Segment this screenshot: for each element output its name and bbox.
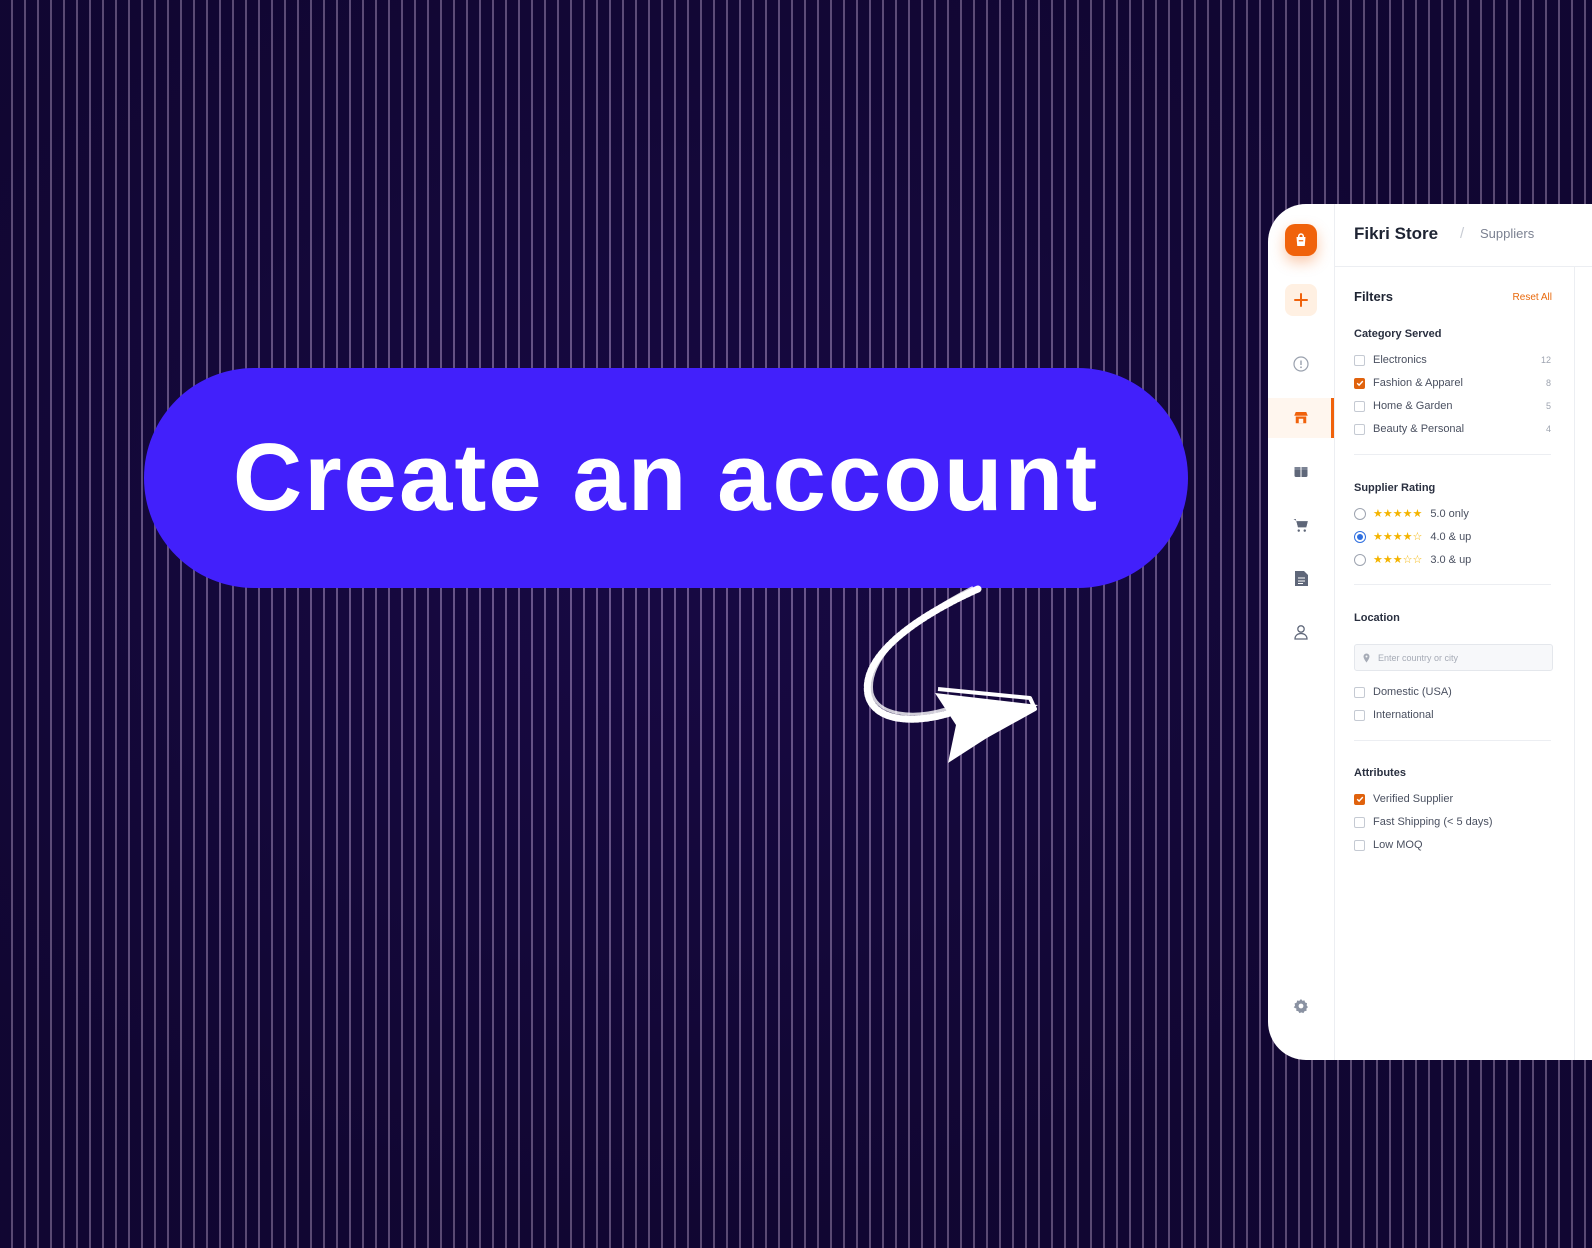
document-icon[interactable] <box>1285 562 1317 594</box>
location-input[interactable] <box>1376 651 1550 664</box>
radio[interactable] <box>1354 508 1366 520</box>
rating-label: 3.0 & up <box>1430 554 1472 566</box>
location-section-title: Location <box>1354 612 1400 624</box>
shopping-bag-icon[interactable] <box>1285 224 1317 256</box>
settings-icon[interactable] <box>1285 990 1317 1022</box>
alert-circle-icon[interactable] <box>1285 348 1317 380</box>
category-count: 5 <box>1545 401 1551 411</box>
icon-sidebar <box>1268 204 1335 1060</box>
rating-option[interactable]: ★★★★☆ 4.0 & up <box>1354 529 1551 545</box>
category-count: 4 <box>1545 424 1551 434</box>
checkbox-checked[interactable] <box>1354 377 1365 389</box>
filters-panel: Filters Reset All Category Served Electr… <box>1334 266 1572 1060</box>
section-divider <box>1354 584 1551 585</box>
category-label: Electronics <box>1373 354 1427 366</box>
create-account-label: Create an account <box>232 424 1100 531</box>
check-icon <box>1356 380 1363 387</box>
attributes-section-title: Attributes <box>1354 767 1406 779</box>
category-option[interactable]: Home & Garden 5 <box>1354 398 1551 414</box>
star-rating-icon: ★★★☆☆ <box>1373 553 1423 566</box>
category-option[interactable]: Fashion & Apparel 8 <box>1354 375 1551 391</box>
rating-label: 4.0 & up <box>1430 531 1472 543</box>
rating-label: 5.0 only <box>1430 508 1469 520</box>
create-account-button[interactable]: Create an account <box>144 368 1188 588</box>
attribute-option[interactable]: Verified Supplier <box>1354 791 1551 807</box>
reset-all-button[interactable]: Reset All <box>1513 292 1552 303</box>
panel-divider <box>1574 266 1575 1060</box>
attribute-label: Verified Supplier <box>1373 793 1454 805</box>
attribute-label: Low MOQ <box>1373 839 1423 851</box>
cart-icon[interactable] <box>1285 509 1317 541</box>
package-icon[interactable] <box>1285 455 1317 487</box>
top-bar: Fikri Store / Suppliers <box>1334 204 1592 267</box>
attribute-label: Fast Shipping (< 5 days) <box>1373 816 1493 828</box>
attribute-option[interactable]: Low MOQ <box>1354 837 1551 853</box>
location-field[interactable] <box>1354 644 1553 671</box>
category-label: Beauty & Personal <box>1373 423 1465 435</box>
checkbox-checked[interactable] <box>1354 793 1365 805</box>
checkbox[interactable] <box>1354 354 1365 366</box>
category-label: Home & Garden <box>1373 400 1453 412</box>
location-option[interactable]: International <box>1354 707 1551 723</box>
checkbox[interactable] <box>1354 423 1365 435</box>
store-name: Fikri Store <box>1354 224 1439 243</box>
rating-option[interactable]: ★★★☆☆ 3.0 & up <box>1354 552 1551 568</box>
category-count: 12 <box>1540 355 1551 365</box>
plus-icon[interactable] <box>1285 284 1317 316</box>
rating-option[interactable]: ★★★★★ 5.0 only <box>1354 506 1551 522</box>
breadcrumb-separator: / <box>1460 225 1465 242</box>
app-window: Fikri Store / Suppliers Filters Reset Al… <box>1268 204 1592 1060</box>
rating-section-title: Supplier Rating <box>1354 482 1436 494</box>
checkbox[interactable] <box>1354 686 1365 698</box>
hand-drawn-arrow-icon <box>863 585 1038 763</box>
map-pin-icon <box>1363 653 1370 663</box>
location-label: International <box>1373 709 1434 721</box>
category-label: Fashion & Apparel <box>1373 377 1463 389</box>
star-rating-icon: ★★★★☆ <box>1373 530 1423 543</box>
checkbox[interactable] <box>1354 839 1365 851</box>
checkbox[interactable] <box>1354 400 1365 412</box>
radio-selected[interactable] <box>1354 531 1366 543</box>
section-divider <box>1354 454 1551 455</box>
star-rating-icon: ★★★★★ <box>1373 507 1423 520</box>
category-option[interactable]: Electronics 12 <box>1354 352 1551 368</box>
check-icon <box>1356 796 1363 803</box>
attribute-option[interactable]: Fast Shipping (< 5 days) <box>1354 814 1551 830</box>
location-label: Domestic (USA) <box>1373 686 1452 698</box>
breadcrumb-current[interactable]: Suppliers <box>1480 226 1534 241</box>
checkbox[interactable] <box>1354 709 1365 721</box>
category-count: 8 <box>1545 378 1551 388</box>
checkbox[interactable] <box>1354 816 1365 828</box>
store-icon[interactable] <box>1285 402 1317 434</box>
category-section-title: Category Served <box>1354 328 1442 340</box>
user-icon[interactable] <box>1285 616 1317 648</box>
radio[interactable] <box>1354 554 1366 566</box>
filters-title: Filters <box>1354 289 1394 304</box>
category-option[interactable]: Beauty & Personal 4 <box>1354 421 1551 437</box>
section-divider <box>1354 740 1551 741</box>
location-option[interactable]: Domestic (USA) <box>1354 684 1551 700</box>
